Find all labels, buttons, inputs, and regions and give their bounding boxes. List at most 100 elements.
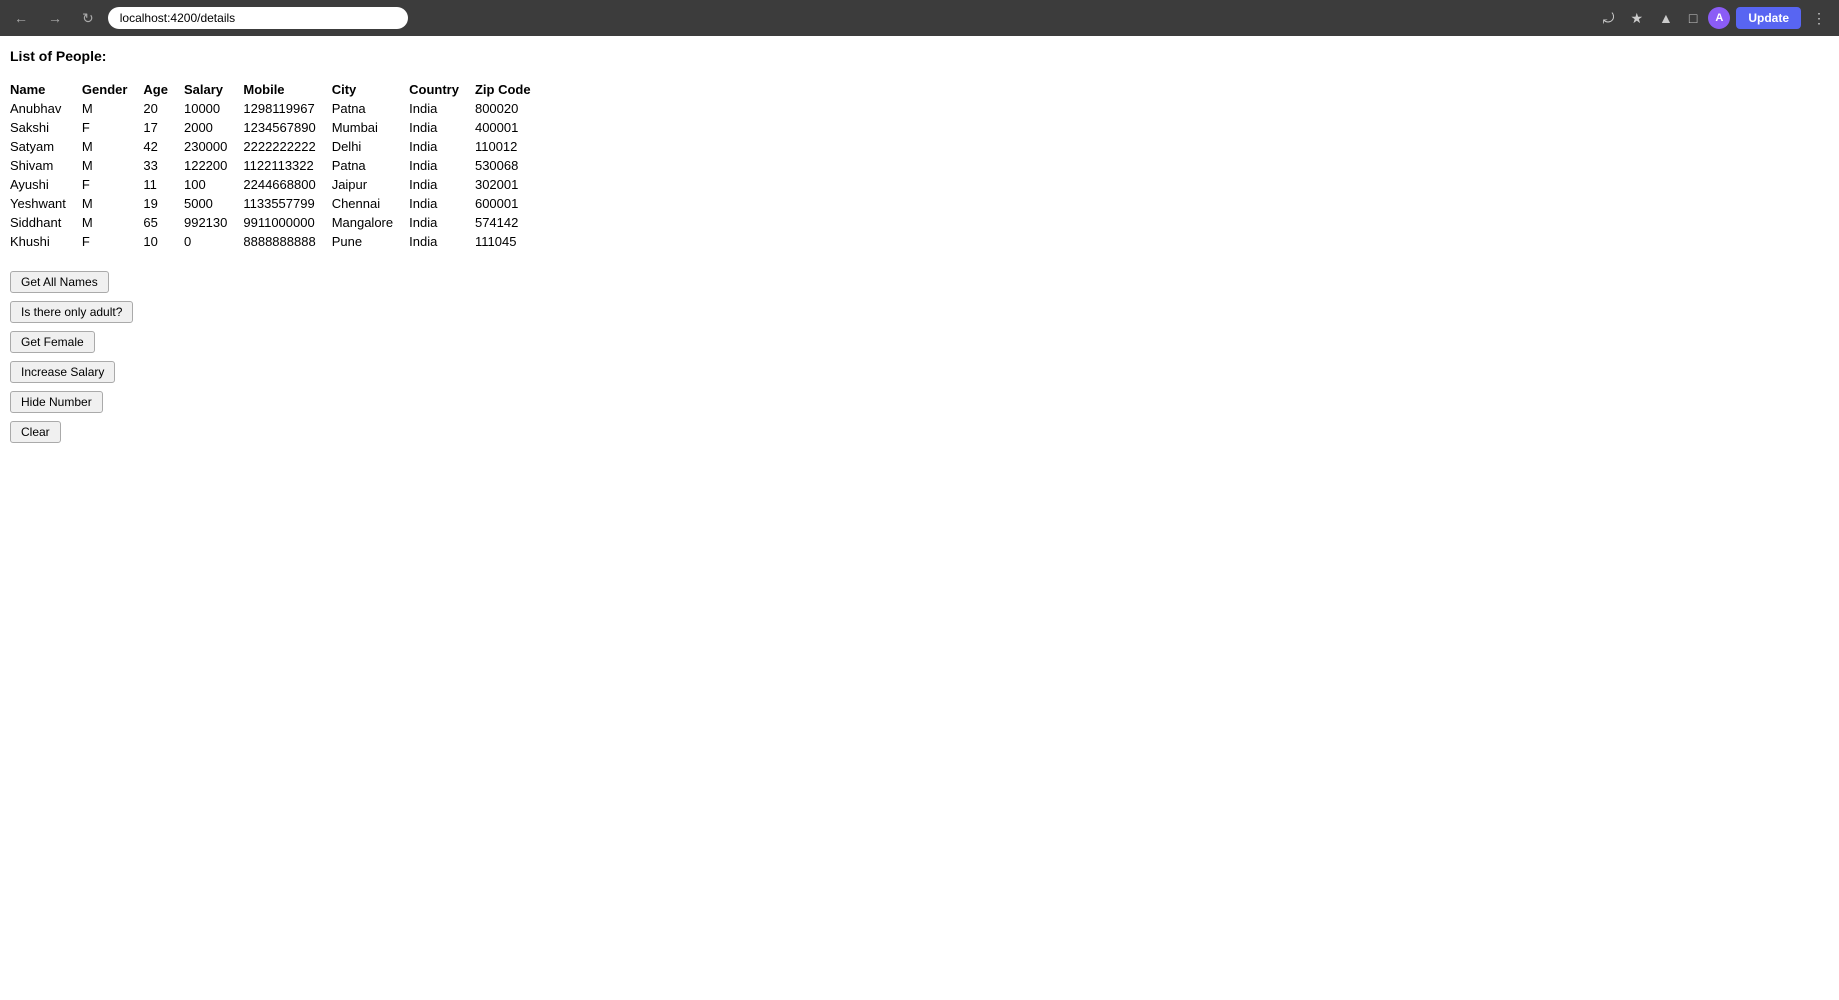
table-cell: Ayushi [10, 175, 82, 194]
bookmark-icon[interactable]: ★ [1625, 7, 1648, 30]
get-all-names-button[interactable]: Get All Names [10, 271, 109, 293]
avatar[interactable]: A [1708, 7, 1730, 29]
col-zip: Zip Code [475, 80, 547, 99]
table-cell: 530068 [475, 156, 547, 175]
browser-chrome: ← → ↻ ⤾ ★ ▲ □ A Update ⋮ [0, 0, 1839, 36]
table-cell: 19 [143, 194, 184, 213]
table-cell: 100 [184, 175, 243, 194]
table-row: ShivamM331222001122113322PatnaIndia53006… [10, 156, 547, 175]
table-cell: India [409, 175, 475, 194]
col-country: Country [409, 80, 475, 99]
profile-icon[interactable]: □ [1684, 7, 1702, 29]
table-cell: 992130 [184, 213, 243, 232]
col-mobile: Mobile [243, 80, 331, 99]
table-cell: Chennai [332, 194, 409, 213]
col-salary: Salary [184, 80, 243, 99]
table-cell: F [82, 118, 144, 137]
table-cell: 2000 [184, 118, 243, 137]
table-cell: 10 [143, 232, 184, 251]
col-name: Name [10, 80, 82, 99]
table-cell: 0 [184, 232, 243, 251]
table-cell: 65 [143, 213, 184, 232]
clear-button[interactable]: Clear [10, 421, 61, 443]
table-cell: 5000 [184, 194, 243, 213]
table-cell: India [409, 232, 475, 251]
table-cell: 10000 [184, 99, 243, 118]
table-cell: India [409, 137, 475, 156]
action-buttons: Get All Names Is there only adult? Get F… [10, 271, 1829, 443]
table-cell: 8888888888 [243, 232, 331, 251]
table-header-row: Name Gender Age Salary Mobile City Count… [10, 80, 547, 99]
table-cell: Delhi [332, 137, 409, 156]
table-cell: Patna [332, 99, 409, 118]
table-cell: Shivam [10, 156, 82, 175]
table-cell: Mumbai [332, 118, 409, 137]
table-cell: Khushi [10, 232, 82, 251]
table-cell: Pune [332, 232, 409, 251]
table-cell: 1234567890 [243, 118, 331, 137]
is-adult-button[interactable]: Is there only adult? [10, 301, 133, 323]
table-cell: 574142 [475, 213, 547, 232]
table-cell: 800020 [475, 99, 547, 118]
table-cell: Satyam [10, 137, 82, 156]
table-cell: Patna [332, 156, 409, 175]
table-cell: F [82, 175, 144, 194]
table-cell: 42 [143, 137, 184, 156]
page-title: List of People: [10, 48, 1829, 64]
update-button[interactable]: Update [1736, 7, 1801, 29]
table-cell: M [82, 156, 144, 175]
table-row: SiddhantM659921309911000000MangaloreIndi… [10, 213, 547, 232]
table-row: AnubhavM20100001298119967PatnaIndia80002… [10, 99, 547, 118]
table-cell: Jaipur [332, 175, 409, 194]
table-cell: M [82, 213, 144, 232]
table-row: KhushiF1008888888888PuneIndia111045 [10, 232, 547, 251]
table-cell: 302001 [475, 175, 547, 194]
table-cell: India [409, 118, 475, 137]
table-row: AyushiF111002244668800JaipurIndia302001 [10, 175, 547, 194]
table-cell: India [409, 99, 475, 118]
table-cell: Mangalore [332, 213, 409, 232]
menu-icon[interactable]: ⋮ [1807, 7, 1831, 30]
table-cell: 122200 [184, 156, 243, 175]
table-cell: 110012 [475, 137, 547, 156]
table-cell: 111045 [475, 232, 547, 251]
share-icon[interactable]: ⤾ [1598, 7, 1620, 30]
table-cell: India [409, 156, 475, 175]
table-cell: M [82, 137, 144, 156]
table-cell: 33 [143, 156, 184, 175]
table-cell: M [82, 99, 144, 118]
table-cell: F [82, 232, 144, 251]
table-cell: Siddhant [10, 213, 82, 232]
table-cell: Yeshwant [10, 194, 82, 213]
table-cell: 230000 [184, 137, 243, 156]
table-cell: 1133557799 [243, 194, 331, 213]
hide-number-button[interactable]: Hide Number [10, 391, 103, 413]
table-cell: India [409, 194, 475, 213]
table-cell: 1122113322 [243, 156, 331, 175]
table-cell: 17 [143, 118, 184, 137]
table-row: SakshiF1720001234567890MumbaiIndia400001 [10, 118, 547, 137]
get-female-button[interactable]: Get Female [10, 331, 95, 353]
table-cell: 400001 [475, 118, 547, 137]
table-cell: 1298119967 [243, 99, 331, 118]
refresh-button[interactable]: ↻ [76, 6, 100, 31]
increase-salary-button[interactable]: Increase Salary [10, 361, 115, 383]
table-cell: 20 [143, 99, 184, 118]
table-cell: 600001 [475, 194, 547, 213]
address-bar[interactable] [108, 7, 408, 29]
table-cell: Anubhav [10, 99, 82, 118]
col-age: Age [143, 80, 184, 99]
table-cell: 2244668800 [243, 175, 331, 194]
table-cell: 9911000000 [243, 213, 331, 232]
extension-icon[interactable]: ▲ [1654, 7, 1678, 29]
table-cell: M [82, 194, 144, 213]
table-row: SatyamM422300002222222222DelhiIndia11001… [10, 137, 547, 156]
page-content: List of People: Name Gender Age Salary M… [0, 36, 1839, 455]
table-cell: 11 [143, 175, 184, 194]
table-cell: India [409, 213, 475, 232]
table-cell: 2222222222 [243, 137, 331, 156]
table-row: YeshwantM1950001133557799ChennaiIndia600… [10, 194, 547, 213]
col-city: City [332, 80, 409, 99]
back-button[interactable]: ← [8, 6, 34, 30]
forward-button[interactable]: → [42, 6, 68, 30]
